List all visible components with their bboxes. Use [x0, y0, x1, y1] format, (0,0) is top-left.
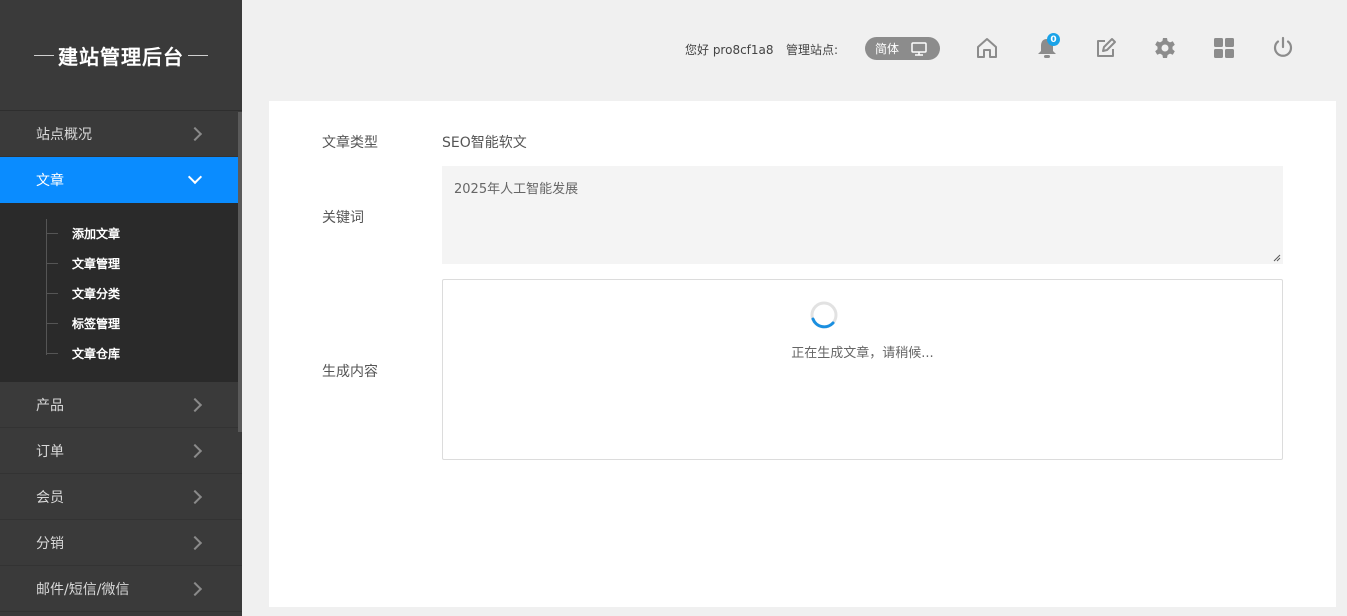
chevron-right-icon [187, 126, 203, 141]
generated-content-area: 正在生成文章，请稍候... [442, 279, 1283, 460]
user-greeting: 您好 pro8cf1a8 [685, 43, 774, 57]
sidebar-item-messaging[interactable]: 邮件/短信/微信 [0, 566, 242, 612]
sidebar-item-label: 文章 [36, 173, 64, 189]
submenu-item-article-store[interactable]: 文章仓库 [0, 338, 242, 368]
sidebar-item-overview[interactable]: 站点概况 [0, 111, 242, 157]
chevron-right-icon [187, 535, 203, 550]
sidebar-item-label: 订单 [36, 443, 64, 460]
chevron-right-icon [187, 443, 203, 458]
chevron-right-icon [187, 397, 203, 412]
home-icon[interactable] [973, 34, 1001, 62]
grid-apps-icon[interactable] [1210, 34, 1238, 62]
keyword-textarea[interactable]: 2025年人工智能发展 [442, 166, 1283, 264]
chevron-right-icon [187, 489, 203, 504]
submenu-item-tag-manage[interactable]: 标签管理 [0, 308, 242, 338]
article-type-value: SEO智能软文 [442, 135, 527, 151]
content-panel: 文章类型 SEO智能软文 关键词 2025年人工智能发展 生成内容 正在生成文章… [269, 101, 1336, 607]
gear-icon[interactable] [1151, 34, 1179, 62]
submenu-item-article-category[interactable]: 文章分类 [0, 278, 242, 308]
sidebar-item-label: 站点概况 [36, 126, 92, 143]
monitor-icon [911, 41, 927, 56]
submenu-item-add-article[interactable]: 添加文章 [0, 218, 242, 248]
article-type-label: 文章类型 [322, 135, 378, 151]
sidebar-item-product[interactable]: 产品 [0, 382, 242, 428]
sidebar-item-label: 分销 [36, 535, 64, 552]
brand-dash-right [188, 54, 208, 56]
article-submenu: 添加文章 文章管理 文章分类 标签管理 文章仓库 [0, 203, 242, 382]
sidebar-item-member[interactable]: 会员 [0, 474, 242, 520]
site-label: 管理站点: [786, 43, 839, 57]
brand-dash-left [34, 54, 54, 56]
loading-text: 正在生成文章，请稍候... [791, 346, 934, 361]
loading-spinner-icon [810, 301, 838, 329]
sidebar-item-article[interactable]: 文章 [0, 157, 242, 203]
sidebar-item-order[interactable]: 订单 [0, 428, 242, 474]
sidebar-item-label: 会员 [36, 489, 64, 506]
keyword-value: 2025年人工智能发展 [454, 182, 579, 197]
keyword-label: 关键词 [322, 210, 364, 226]
chevron-down-icon [187, 169, 203, 185]
sidebar-scrollbar[interactable] [238, 112, 242, 432]
chevron-right-icon [187, 581, 203, 596]
notification-badge: 0 [1047, 33, 1060, 46]
brand: 建站管理后台 [0, 0, 242, 111]
power-icon[interactable] [1269, 34, 1297, 62]
language-switch-button[interactable]: 简体 [865, 37, 940, 60]
top-header: 您好 pro8cf1a8 管理站点: 简体 0 [242, 0, 1347, 96]
sidebar-item-distribution[interactable]: 分销 [0, 520, 242, 566]
resize-handle-icon[interactable] [1273, 254, 1281, 262]
notification-bell-icon[interactable]: 0 [1033, 33, 1061, 62]
language-label: 简体 [875, 42, 900, 56]
sidebar-item-label: 邮件/短信/微信 [36, 581, 130, 598]
generated-content-label: 生成内容 [322, 364, 378, 380]
submenu-item-article-manage[interactable]: 文章管理 [0, 248, 242, 278]
sidebar: 建站管理后台 站点概况 文章 添加文章 文章管理 文章分类 标签管理 文章仓库 … [0, 0, 242, 616]
sidebar-item-label: 产品 [36, 397, 64, 414]
brand-title: 建站管理后台 [58, 44, 184, 69]
edit-icon[interactable] [1092, 34, 1120, 62]
